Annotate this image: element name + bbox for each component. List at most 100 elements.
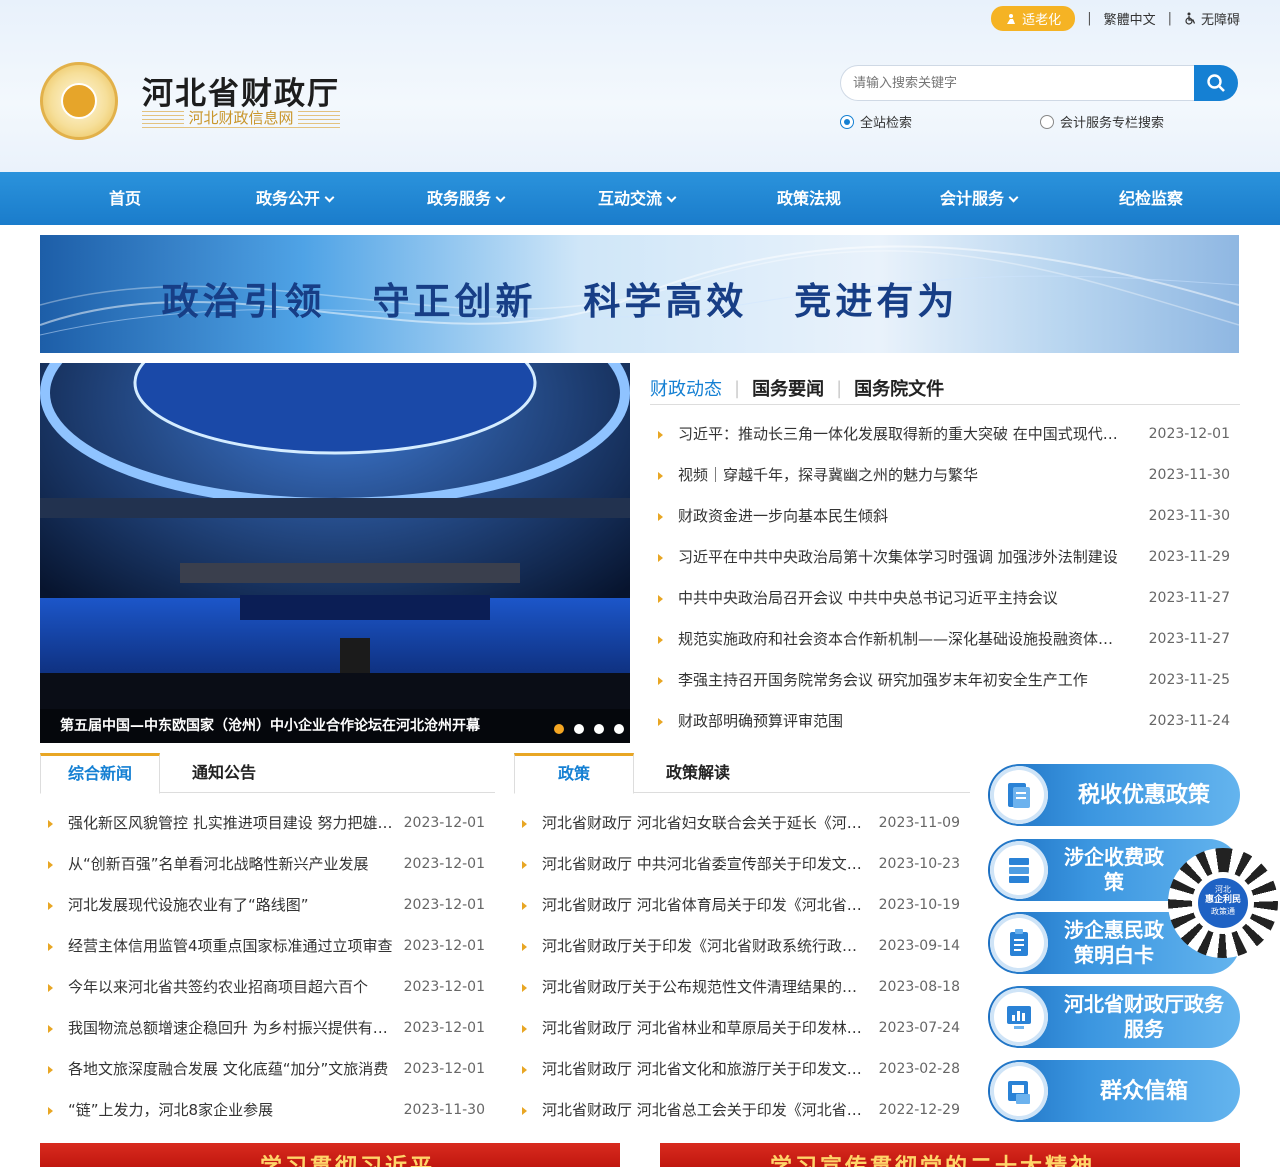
- bullet-icon: [48, 984, 53, 992]
- carousel-dot[interactable]: [554, 724, 564, 734]
- item-title[interactable]: 河北省财政厅关于印发《河北省财政系统行政处罚裁量权基准》: [542, 926, 862, 967]
- list-item[interactable]: 各地文旅深度融合发展 文化底蕴“加分”文旅消费 2023-12-01: [40, 1049, 495, 1090]
- list-item[interactable]: 河北省财政厅 河北省妇女联合会关于延长《河北省巾帼创业贷款》 2023-11-09: [514, 803, 970, 844]
- nav-accounting[interactable]: 会计服务: [940, 172, 1019, 225]
- list-item[interactable]: 河北省财政厅关于公布规范性文件清理结果的通知 2023-08-18: [514, 967, 970, 1008]
- list-item[interactable]: 河北省财政厅 河北省总工会关于印发《河北省工会经费》 2022-12-29: [514, 1090, 970, 1131]
- list-item[interactable]: 李强主持召开国务院常务会议 研究加强岁末年初安全生产工作 2023-11-25: [650, 660, 1240, 701]
- item-date: 2023-11-27: [1148, 590, 1230, 606]
- bottom-left-text: 学习贯彻习近平: [260, 1149, 435, 1167]
- public-mailbox-button[interactable]: 群众信箱: [988, 1060, 1240, 1122]
- bullet-icon: [522, 1107, 527, 1115]
- elder-mode-button[interactable]: 适老化: [991, 6, 1076, 31]
- top-utility-bar: 适老化 | 繁體中文 | 无障碍: [991, 6, 1240, 31]
- item-title[interactable]: 强化新区风貌管控 扎实推进项目建设 努力把雄安新区建设成为: [68, 803, 394, 844]
- tab-notices[interactable]: 通知公告: [165, 753, 283, 793]
- item-title[interactable]: 规范实施政府和社会资本合作新机制——深化基础设施投融资体制改革: [678, 619, 1128, 660]
- item-title[interactable]: 河北省财政厅 河北省总工会关于印发《河北省工会经费》: [542, 1090, 862, 1131]
- item-title[interactable]: 李强主持召开国务院常务会议 研究加强岁末年初安全生产工作: [678, 660, 1128, 701]
- item-title[interactable]: 习近平：推动长三角一体化发展取得新的重大突破 在中国式现代化中更好发挥引领示范作…: [678, 414, 1128, 455]
- nav-gov-services[interactable]: 政务服务: [427, 172, 506, 225]
- list-item[interactable]: 河北发展现代设施农业有了“路线图” 2023-12-01: [40, 885, 495, 926]
- list-item[interactable]: 中共中央政治局召开会议 中共中央总书记习近平主持会议 2023-11-27: [650, 578, 1240, 619]
- logo-emblem[interactable]: [40, 62, 118, 140]
- list-item[interactable]: 河北省财政厅 中共河北省委宣传部关于印发文化产业资金管理办法 2023-10-23: [514, 844, 970, 885]
- item-title[interactable]: 河北省财政厅 河北省文化和旅游厅关于印发文旅专项资金办法: [542, 1049, 862, 1090]
- nav-gov-affairs[interactable]: 政务公开: [256, 172, 335, 225]
- tab-composite-news[interactable]: 综合新闻: [40, 753, 160, 794]
- carousel-dot[interactable]: [614, 724, 624, 734]
- item-date: 2023-12-01: [1148, 426, 1230, 442]
- list-item[interactable]: 规范实施政府和社会资本合作新机制——深化基础设施投融资体制改革 2023-11-2…: [650, 619, 1240, 660]
- item-title[interactable]: 我国物流总额增速企稳回升 为乡村振兴提供有力支撑: [68, 1008, 394, 1049]
- item-title[interactable]: 财政部明确预算评审范围: [678, 701, 1128, 742]
- item-title[interactable]: 财政资金进一步向基本民生倾斜: [678, 496, 1128, 537]
- item-date: 2023-11-27: [1148, 631, 1230, 647]
- tab-finance-news[interactable]: 财政动态: [650, 375, 722, 401]
- item-title[interactable]: 今年以来河北省共签约农业招商项目超六百个: [68, 967, 394, 1008]
- tax-preference-button[interactable]: 税收优惠政策: [988, 764, 1240, 826]
- chevron-down-icon: [324, 192, 335, 203]
- list-item[interactable]: 从“创新百强”名单看河北战略性新兴产业发展 2023-12-01: [40, 844, 495, 885]
- list-item[interactable]: 河北省财政厅 河北省体育局关于印发《河北省体育彩票公益金》 2023-10-19: [514, 885, 970, 926]
- list-item[interactable]: 河北省财政厅 河北省文化和旅游厅关于印发文旅专项资金办法 2023-02-28: [514, 1049, 970, 1090]
- gov-service-button[interactable]: 河北省财政厅政务服务: [988, 986, 1240, 1048]
- photo-carousel[interactable]: 第五届中国—中东欧国家（沧州）中小企业合作论坛在河北沧州开幕: [40, 363, 630, 743]
- scope-all-radio[interactable]: 全站检索: [840, 112, 912, 131]
- list-item[interactable]: 河北省财政厅关于印发《河北省财政系统行政处罚裁量权基准》 2023-09-14: [514, 926, 970, 967]
- item-title[interactable]: 各地文旅深度融合发展 文化底蕴“加分”文旅消费: [68, 1049, 394, 1090]
- item-title[interactable]: 河北省财政厅 河北省体育局关于印发《河北省体育彩票公益金》: [542, 885, 862, 926]
- item-title[interactable]: 中共中央政治局召开会议 中共中央总书记习近平主持会议: [678, 578, 1128, 619]
- list-item[interactable]: 强化新区风貌管控 扎实推进项目建设 努力把雄安新区建设成为 2023-12-01: [40, 803, 495, 844]
- search-input[interactable]: [840, 65, 1194, 101]
- study-banner-right[interactable]: 学习宣传贯彻党的二十大精神: [660, 1143, 1240, 1167]
- list-item[interactable]: 习近平：推动长三角一体化发展取得新的重大突破 在中国式现代化中更好发挥引领示范作…: [650, 414, 1240, 455]
- carousel-dot[interactable]: [574, 724, 584, 734]
- list-item[interactable]: 财政部明确预算评审范围 2023-11-24: [650, 701, 1240, 742]
- scope-accounting-radio[interactable]: 会计服务专栏搜索: [1040, 112, 1164, 131]
- tab-policy-interpretation[interactable]: 政策解读: [639, 753, 757, 793]
- search-button[interactable]: [1194, 65, 1238, 101]
- accessibility-link[interactable]: 无障碍: [1184, 9, 1240, 28]
- nav-discipline[interactable]: 纪检监察: [1119, 172, 1183, 225]
- site-title[interactable]: 河北省财政厅: [142, 68, 340, 113]
- item-title[interactable]: “链”上发力，河北8家企业参展: [68, 1090, 394, 1131]
- item-date: 2023-10-23: [878, 856, 960, 872]
- list-item[interactable]: 河北省财政厅 河北省林业和草原局关于印发林业改革发展资金 2023-07-24: [514, 1008, 970, 1049]
- nav-label: 会计服务: [940, 189, 1005, 208]
- bullet-icon: [658, 677, 663, 685]
- item-title[interactable]: 视频｜穿越千年，探寻冀幽之州的魅力与繁华: [678, 455, 1128, 496]
- tab-policy[interactable]: 政策: [514, 753, 634, 794]
- list-item[interactable]: 习近平在中共中央政治局第十次集体学习时强调 加强涉外法制建设 2023-11-29: [650, 537, 1240, 578]
- list-item[interactable]: 今年以来河北省共签约农业招商项目超六百个 2023-12-01: [40, 967, 495, 1008]
- nav-policy-law[interactable]: 政策法规: [777, 172, 841, 225]
- list-item[interactable]: 视频｜穿越千年，探寻冀幽之州的魅力与繁华 2023-11-30: [650, 455, 1240, 496]
- carousel-dot[interactable]: [594, 724, 604, 734]
- bullet-icon: [522, 984, 527, 992]
- list-item[interactable]: 我国物流总额增速企稳回升 为乡村振兴提供有力支撑 2023-12-01: [40, 1008, 495, 1049]
- item-title[interactable]: 河北省财政厅关于公布规范性文件清理结果的通知: [542, 967, 862, 1008]
- item-title[interactable]: 河北省财政厅 河北省妇女联合会关于延长《河北省巾帼创业贷款》: [542, 803, 862, 844]
- study-banner-left[interactable]: 学习贯彻习近平: [40, 1143, 620, 1167]
- qr-center-badge: 河北 惠企利民 政策通: [1198, 878, 1248, 928]
- composite-tabs: 综合新闻 通知公告: [40, 753, 495, 794]
- item-title[interactable]: 习近平在中共中央政治局第十次集体学习时强调 加强涉外法制建设: [678, 537, 1128, 578]
- item-title[interactable]: 经营主体信用监管4项重点国家标准通过立项审查: [68, 926, 394, 967]
- wechat-qr-code[interactable]: 河北 惠企利民 政策通: [1168, 848, 1278, 958]
- item-title[interactable]: 从“创新百强”名单看河北战略性新兴产业发展: [68, 844, 394, 885]
- nav-label: 政务服务: [427, 189, 492, 208]
- item-title[interactable]: 河北发展现代设施农业有了“路线图”: [68, 885, 394, 926]
- tab-state-news[interactable]: 国务要闻: [752, 375, 824, 401]
- wheelchair-icon: [1185, 12, 1196, 25]
- item-title[interactable]: 河北省财政厅 中共河北省委宣传部关于印发文化产业资金管理办法: [542, 844, 862, 885]
- nav-interaction[interactable]: 互动交流: [598, 172, 677, 225]
- tab-state-council-docs[interactable]: 国务院文件: [854, 375, 944, 401]
- list-item[interactable]: 经营主体信用监管4项重点国家标准通过立项审查 2023-12-01: [40, 926, 495, 967]
- list-item[interactable]: “链”上发力，河北8家企业参展 2023-11-30: [40, 1090, 495, 1131]
- list-item[interactable]: 财政资金进一步向基本民生倾斜 2023-11-30: [650, 496, 1240, 537]
- traditional-chinese-link[interactable]: 繁體中文: [1104, 9, 1156, 28]
- radio-icon: [1040, 114, 1054, 129]
- item-title[interactable]: 河北省财政厅 河北省林业和草原局关于印发林业改革发展资金: [542, 1008, 862, 1049]
- nav-home[interactable]: 首页: [109, 172, 141, 225]
- bullet-icon: [48, 861, 53, 869]
